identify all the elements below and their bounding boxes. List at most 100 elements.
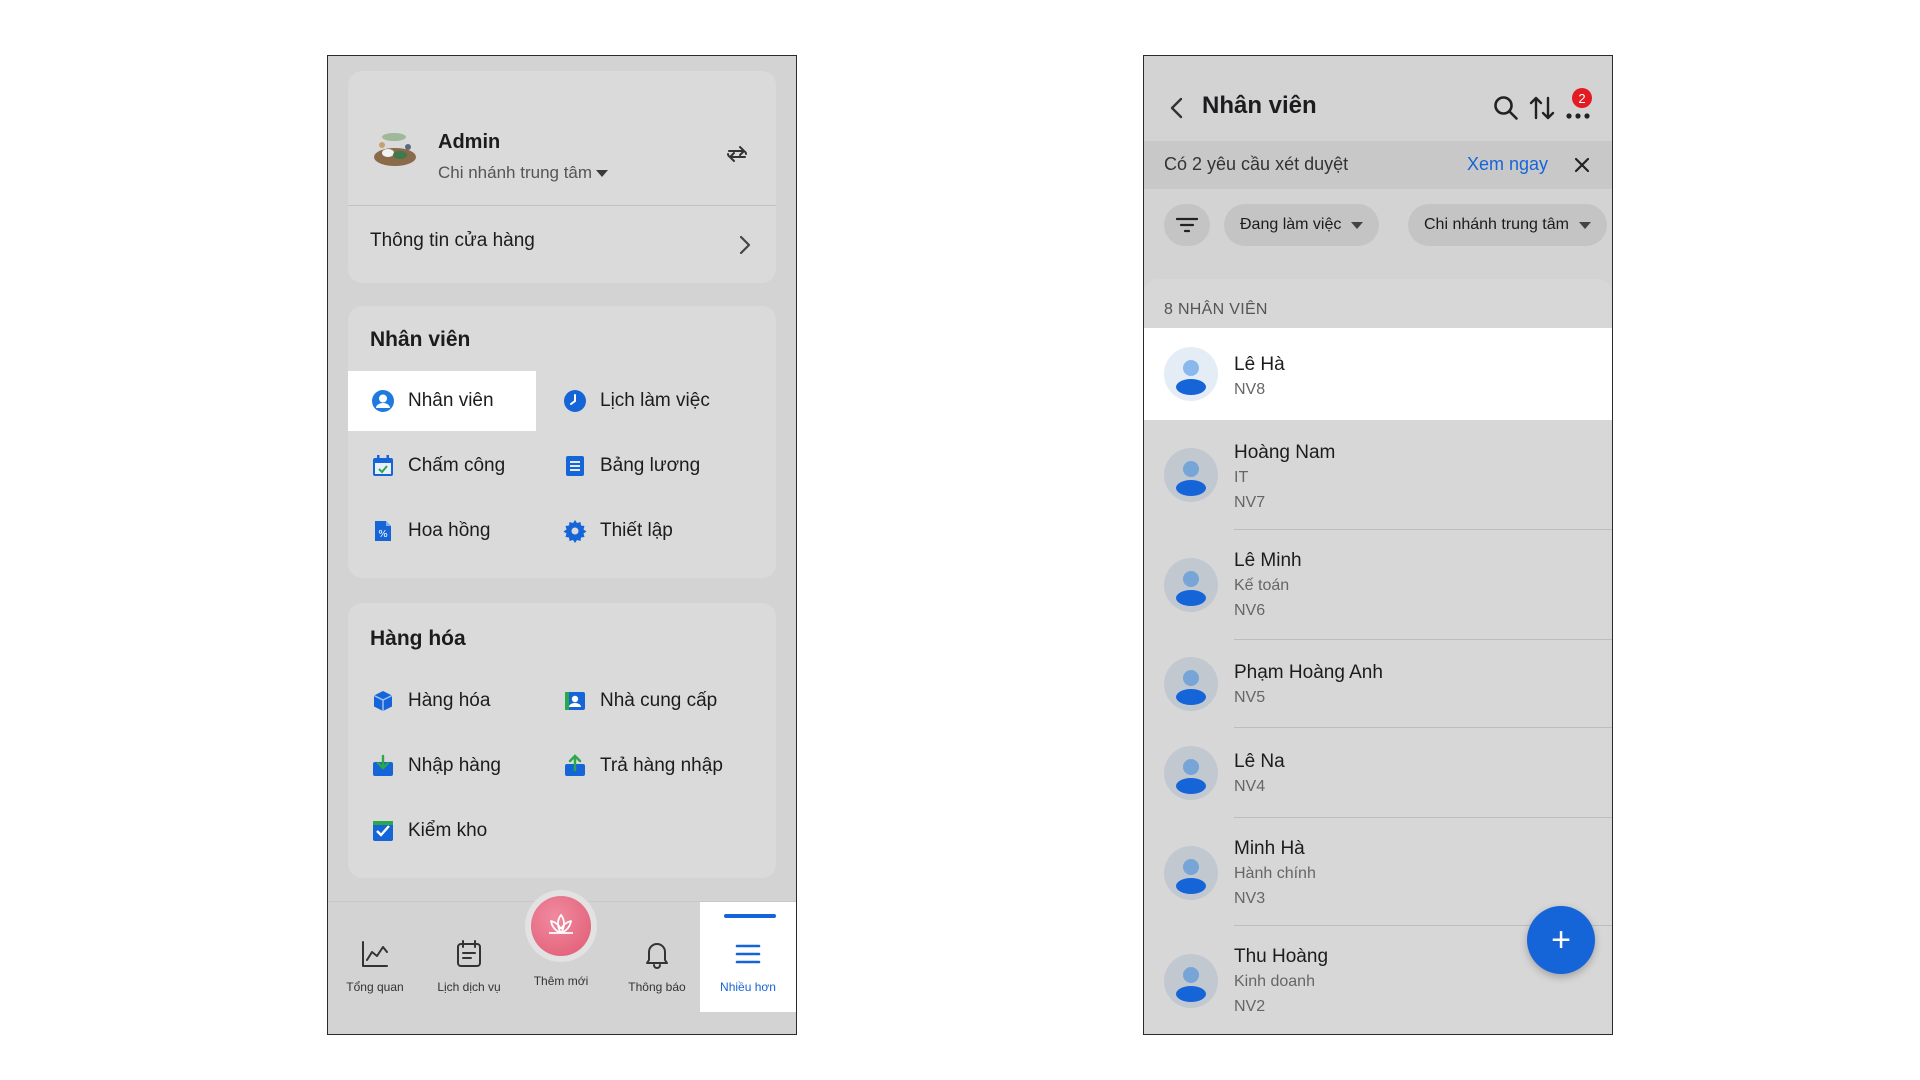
nav-label: Thông báo	[628, 980, 686, 994]
employee-name: Lê Na	[1234, 751, 1285, 772]
page-title: Nhân viên	[1202, 92, 1317, 119]
view-now-link[interactable]: Xem ngay	[1467, 154, 1548, 175]
status-filter-chip[interactable]: Đang làm việc	[1224, 204, 1380, 246]
avatar	[1164, 954, 1218, 1008]
clock-icon	[562, 388, 588, 414]
menu-item-label: Thiết lập	[600, 520, 673, 541]
branch-label: Chi nhánh trung tâm	[438, 163, 593, 182]
employee-code: NV2	[1234, 998, 1266, 1015]
add-new-button[interactable]	[531, 896, 591, 956]
employee-row[interactable]: Minh Hà Hành chính NV3	[1144, 818, 1612, 926]
nav-label: Lịch dịch vụ	[437, 980, 501, 994]
nav-notifications[interactable]: Thông báo	[610, 902, 704, 1012]
staff-section-title: Nhân viên	[370, 328, 471, 351]
menu-item-label: Bảng lương	[600, 455, 701, 476]
employee-row[interactable]: Lê Minh Kế toán NV6	[1144, 530, 1612, 640]
filter-bar: Đang làm việc Chi nhánh trung tâm	[1144, 189, 1612, 261]
search-icon[interactable]	[1492, 94, 1520, 122]
menu-item-return-import[interactable]: Trả hàng nhập	[562, 736, 723, 796]
staff-section: Nhân viên Nhân viên Lịch làm việc Chấm c…	[348, 306, 776, 578]
employee-row[interactable]: Hoàng Nam IT NV7	[1144, 420, 1612, 530]
goods-section: Hàng hóa Hàng hóa Nhà cung cấp Nhập hàng…	[348, 603, 776, 878]
plus-icon: +	[1551, 920, 1571, 959]
profile-card: Admin Chi nhánh trung tâm Thông tin cửa …	[348, 71, 776, 283]
bell-icon	[646, 943, 668, 969]
employee-dept: Hành chính	[1234, 865, 1316, 882]
employee-row[interactable]: Lê Na NV4	[1144, 728, 1612, 818]
employee-code: NV3	[1234, 890, 1266, 907]
nav-label: Tổng quan	[346, 980, 404, 994]
notification-badge: 2	[1572, 88, 1592, 108]
employee-name: Minh Hà	[1234, 838, 1305, 859]
sort-icon[interactable]	[1528, 94, 1556, 122]
menu-item-payroll[interactable]: Bảng lương	[562, 436, 700, 496]
avatar	[1164, 746, 1218, 800]
menu-item-timekeeping[interactable]: Chấm công	[370, 436, 505, 496]
nav-overview[interactable]: Tổng quan	[328, 902, 422, 1012]
employee-code: NV6	[1234, 602, 1266, 619]
branch-selector[interactable]: Chi nhánh trung tâm	[438, 163, 609, 183]
menu-item-import[interactable]: Nhập hàng	[370, 736, 501, 796]
store-info-row[interactable]: Thông tin cửa hàng	[348, 206, 776, 283]
menu-item-supplier[interactable]: Nhà cung cấp	[562, 671, 717, 731]
employee-code: NV5	[1234, 689, 1266, 706]
profile-row[interactable]: Admin Chi nhánh trung tâm	[348, 71, 776, 205]
menu-item-label: Nhà cung cấp	[600, 690, 718, 711]
employee-code: NV7	[1234, 494, 1266, 511]
menu-item-settings[interactable]: Thiết lập	[562, 501, 673, 561]
add-employee-button[interactable]: +	[1527, 906, 1595, 974]
chevron-right-icon	[739, 235, 751, 255]
menu-item-label: Chấm công	[408, 455, 506, 476]
menu-item-goods[interactable]: Hàng hóa	[370, 671, 490, 731]
profile-name: Admin	[438, 131, 501, 153]
swap-icon[interactable]	[724, 141, 750, 167]
status-filter-label: Đang làm việc	[1240, 216, 1342, 233]
person-circle-icon	[370, 388, 396, 414]
chart-icon	[362, 941, 388, 967]
calendar-icon	[457, 940, 481, 967]
employee-name: Hoàng Nam	[1234, 442, 1336, 463]
employee-code: NV8	[1234, 381, 1266, 398]
nav-label: Thêm mới	[533, 974, 589, 988]
employee-dept: IT	[1234, 469, 1249, 486]
employee-code: NV4	[1234, 778, 1266, 795]
branch-filter-chip[interactable]: Chi nhánh trung tâm	[1408, 204, 1607, 246]
filter-icon	[1176, 217, 1198, 233]
calendar-check-icon	[370, 453, 396, 479]
staff-list-screen: Nhân viên 2 Có 2 yêu cầu xét duyệt Xem n…	[1143, 55, 1613, 1035]
percent-document-icon: %	[370, 518, 396, 544]
nav-service-schedule[interactable]: Lịch dịch vụ	[422, 902, 516, 1012]
goods-section-title: Hàng hóa	[370, 627, 466, 650]
filter-button[interactable]	[1164, 204, 1210, 246]
nav-label: Nhiều hơn	[720, 980, 776, 994]
employee-name: Lê Hà	[1234, 354, 1285, 375]
caret-down-icon	[596, 170, 609, 178]
menu-item-schedule[interactable]: Lịch làm việc	[562, 371, 710, 431]
menu-item-staff[interactable]: Nhân viên	[348, 371, 536, 431]
employee-count: 8 NHÂN VIÊN	[1164, 301, 1268, 318]
top-app-bar: Nhân viên 2	[1144, 56, 1612, 141]
store-logo-icon	[374, 133, 416, 166]
employee-dept: Kinh doanh	[1234, 973, 1315, 990]
close-icon[interactable]	[1574, 157, 1590, 173]
employee-row[interactable]: Lê Hà NV8	[1144, 328, 1612, 420]
nav-more[interactable]: Nhiều hơn	[700, 902, 796, 1012]
employee-row[interactable]: Phạm Hoàng Anh NV5	[1144, 640, 1612, 728]
menu-item-label: Kiểm kho	[408, 820, 488, 841]
lotus-icon	[549, 914, 573, 934]
menu-item-stocktake[interactable]: Kiểm kho	[370, 801, 487, 861]
menu-screen: Admin Chi nhánh trung tâm Thông tin cửa …	[327, 55, 797, 1035]
menu-item-label: Lịch làm việc	[600, 390, 710, 411]
menu-item-commission[interactable]: % Hoa hồng	[370, 501, 490, 561]
avatar	[1164, 558, 1218, 612]
menu-item-label: Nhập hàng	[408, 755, 501, 776]
avatar	[1164, 347, 1218, 401]
store-info-label: Thông tin cửa hàng	[370, 230, 535, 251]
avatar	[1164, 657, 1218, 711]
bottom-nav: Tổng quan Lịch dịch vụ Thêm mới Thông bá…	[328, 896, 796, 1034]
back-arrow-icon[interactable]	[1168, 96, 1186, 120]
box-icon	[370, 688, 396, 714]
document-list-icon	[562, 453, 588, 479]
supplier-card-icon	[562, 688, 588, 714]
employee-name: Lê Minh	[1234, 550, 1302, 571]
